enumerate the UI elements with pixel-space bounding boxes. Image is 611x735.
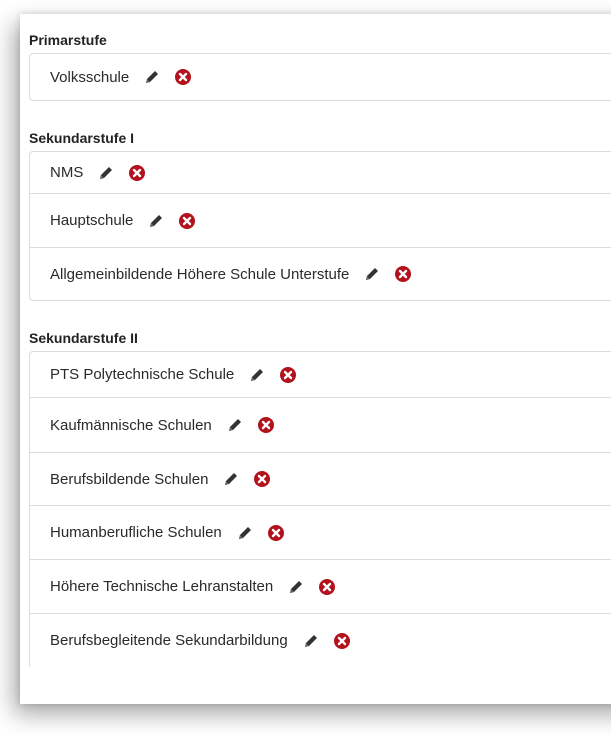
pencil-icon[interactable] bbox=[147, 212, 165, 230]
screen: Primarstufe Volksschule Sekundarstufe I … bbox=[0, 0, 611, 735]
pencil-icon[interactable] bbox=[97, 164, 115, 182]
delete-icon[interactable] bbox=[178, 212, 196, 230]
list-item: Humanberufliche Schulen bbox=[30, 505, 611, 559]
delete-icon[interactable] bbox=[267, 524, 285, 542]
list-item: Allgemeinbildende Höhere Schule Unterstu… bbox=[30, 247, 611, 300]
list-item: Hauptschule bbox=[30, 193, 611, 247]
group-sekundarstufe-1: Sekundarstufe I NMS Hauptschule Allgemei… bbox=[29, 128, 611, 301]
item-label: Berufsbildende Schulen bbox=[50, 470, 209, 488]
list-item: Höhere Technische Lehranstalten bbox=[30, 559, 611, 613]
delete-icon[interactable] bbox=[394, 265, 412, 283]
list-item: Berufsbegleitende Sekundarbildung bbox=[30, 613, 611, 667]
delete-icon[interactable] bbox=[174, 68, 192, 86]
list-item: PTS Polytechnische Schule bbox=[30, 352, 611, 397]
pencil-icon[interactable] bbox=[302, 632, 320, 650]
delete-icon[interactable] bbox=[257, 416, 275, 434]
pencil-icon[interactable] bbox=[226, 416, 244, 434]
group-primarstufe: Primarstufe Volksschule bbox=[29, 30, 611, 101]
delete-icon[interactable] bbox=[128, 164, 146, 182]
group-title: Sekundarstufe II bbox=[29, 330, 138, 346]
item-label: Kaufmännische Schulen bbox=[50, 416, 212, 434]
item-label: Volksschule bbox=[50, 68, 130, 86]
pencil-icon[interactable] bbox=[287, 578, 305, 596]
school-list: Volksschule bbox=[29, 53, 611, 101]
item-label: Hauptschule bbox=[50, 212, 134, 229]
item-label: Allgemeinbildende Höhere Schule Unterstu… bbox=[50, 265, 350, 283]
item-label: NMS bbox=[50, 164, 84, 181]
school-list: NMS Hauptschule Allgemeinbildende Höhere… bbox=[29, 151, 611, 301]
school-list: PTS Polytechnische Schule Kaufmännische … bbox=[29, 351, 611, 667]
school-types-content: Primarstufe Volksschule Sekundarstufe I … bbox=[29, 14, 611, 667]
pencil-icon[interactable] bbox=[236, 524, 254, 542]
list-item: Berufsbildende Schulen bbox=[30, 452, 611, 505]
delete-icon[interactable] bbox=[333, 632, 351, 650]
pencil-icon[interactable] bbox=[222, 470, 240, 488]
group-title: Primarstufe bbox=[29, 32, 107, 48]
pencil-icon[interactable] bbox=[363, 265, 381, 283]
group-sekundarstufe-2: Sekundarstufe II PTS Polytechnische Schu… bbox=[29, 328, 611, 667]
delete-icon[interactable] bbox=[253, 470, 271, 488]
group-title: Sekundarstufe I bbox=[29, 130, 135, 146]
list-item: Volksschule bbox=[30, 54, 611, 100]
item-label: PTS Polytechnische Schule bbox=[50, 366, 235, 383]
item-label: Höhere Technische Lehranstalten bbox=[50, 578, 274, 595]
item-label: Berufsbegleitende Sekundarbildung bbox=[50, 632, 288, 649]
list-item: NMS bbox=[30, 152, 611, 193]
pencil-icon[interactable] bbox=[248, 366, 266, 384]
item-label: Humanberufliche Schulen bbox=[50, 524, 222, 541]
delete-icon[interactable] bbox=[279, 366, 297, 384]
list-item: Kaufmännische Schulen bbox=[30, 397, 611, 452]
delete-icon[interactable] bbox=[318, 578, 336, 596]
pencil-icon[interactable] bbox=[143, 68, 161, 86]
